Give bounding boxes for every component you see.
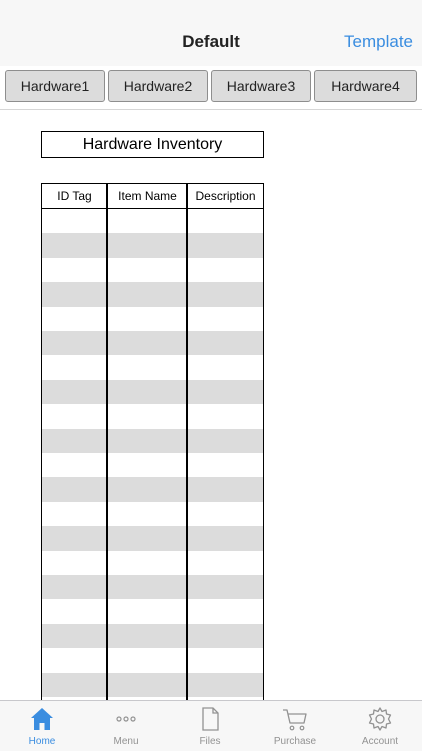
column-header-description: Description — [195, 189, 256, 203]
tabbar-label-account: Account — [361, 736, 399, 747]
table-row — [42, 307, 263, 331]
tabbar-item-purchase[interactable]: Purchase — [253, 701, 337, 751]
tab-hardware4[interactable]: Hardware4 — [314, 70, 417, 102]
inventory-table: ID Tag Item Name Description — [41, 183, 264, 703]
tab-hardware1[interactable]: Hardware1 — [5, 70, 105, 102]
table-row — [42, 502, 263, 526]
tab-hardware2[interactable]: Hardware2 — [108, 70, 208, 102]
home-icon — [31, 708, 53, 730]
table-row — [42, 379, 263, 405]
tabbar-label-files: Files — [199, 736, 221, 747]
file-icon — [202, 707, 219, 731]
segment-tabs: Hardware1 Hardware2 Hardware3 Hardware4 — [0, 66, 422, 110]
table-row — [42, 648, 263, 672]
more-dots-icon — [116, 716, 136, 722]
column-divider — [106, 184, 108, 703]
table-row — [42, 233, 263, 258]
table-row — [42, 209, 263, 233]
bottom-tab-bar: Home Menu Files Purchase Account — [0, 700, 422, 751]
table-row — [42, 258, 263, 282]
column-divider — [186, 184, 188, 703]
template-button[interactable]: Template — [344, 32, 413, 52]
table-row — [42, 355, 263, 379]
document-title: Hardware Inventory — [41, 131, 264, 158]
tabbar-item-home[interactable]: Home — [0, 701, 84, 751]
tabbar-label-home: Home — [28, 736, 56, 747]
tabbar-label-purchase: Purchase — [273, 736, 317, 747]
tabbar-item-menu[interactable]: Menu — [84, 701, 168, 751]
cart-icon — [283, 709, 307, 731]
table-row — [42, 575, 263, 600]
table-row — [42, 526, 263, 551]
tab-hardware3[interactable]: Hardware3 — [211, 70, 311, 102]
table-row — [42, 599, 263, 623]
column-header-item-name: Item Name — [118, 189, 177, 203]
tabbar-item-files[interactable]: Files — [168, 701, 252, 751]
table-row — [42, 331, 263, 356]
table-body — [42, 209, 263, 703]
table-row — [42, 623, 263, 649]
table-row — [42, 428, 263, 453]
tabbar-label-menu: Menu — [113, 736, 139, 747]
table-row — [42, 477, 263, 502]
table-header: ID Tag Item Name Description — [42, 184, 263, 209]
gear-icon — [368, 707, 392, 731]
table-row — [42, 404, 263, 428]
navigation-bar: Default Template — [0, 0, 422, 67]
table-row — [42, 672, 263, 697]
table-row — [42, 453, 263, 477]
table-row — [42, 282, 263, 307]
table-row — [42, 551, 263, 575]
column-header-id-tag: ID Tag — [57, 189, 92, 203]
tabbar-item-account[interactable]: Account — [338, 701, 422, 751]
